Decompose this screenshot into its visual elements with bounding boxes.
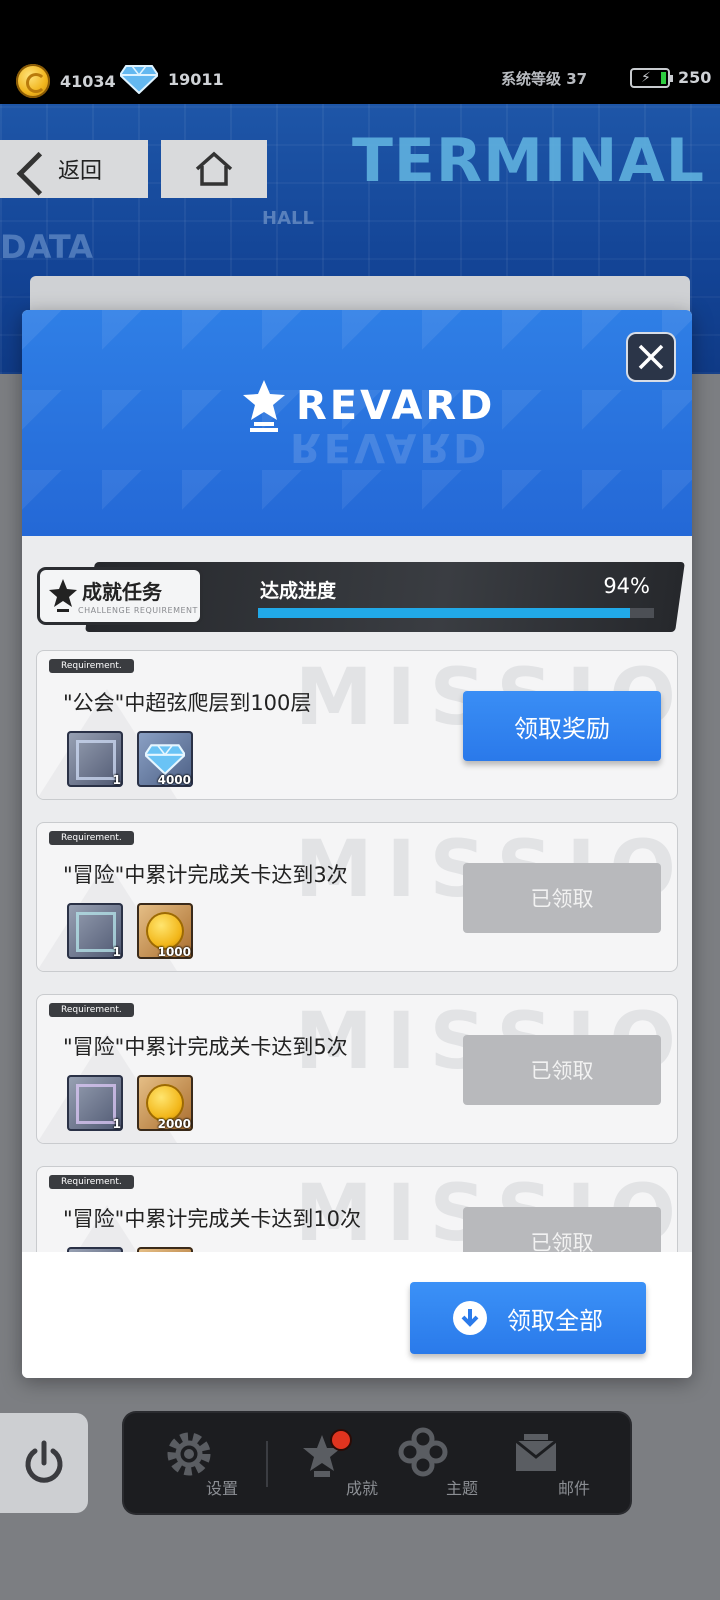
claimed-button: 已领取 [463,1207,661,1252]
modal-header: REVARD REVARD [22,310,692,536]
coin-icon [16,64,50,98]
modal-footer: 领取全部 [22,1252,692,1378]
reward-quantity: 1 [112,773,121,787]
reward-items: 1 4000 [67,731,193,787]
mission-title: "公会"中超弦爬层到100层 [63,691,312,715]
bottom-nav: 设置 成就 主题 邮件 [124,1413,630,1513]
nav-theme[interactable]: 主题 [396,1427,486,1507]
claim-reward-button[interactable]: 领取奖励 [463,691,661,761]
gem-icon [120,65,158,94]
nav-mail-label: 邮件 [557,1479,590,1498]
star-badge-icon [243,380,285,432]
back-button[interactable]: 返回 [0,140,148,198]
close-button[interactable] [628,334,674,380]
battery-icon: ⚡ [630,68,673,88]
modal-title: REVARD [296,383,496,429]
coin-counter: 41034 [16,64,116,98]
reward-quantity: 1 [112,1117,121,1131]
requirement-tag: Requirement. [49,659,134,673]
reward-quantity: 2000 [157,1117,191,1131]
badge-subtitle: CHALLENGE REQUIREMENT [78,606,198,615]
mission-card-3: MISSIO Requirement. "冒险"中累计完成关卡达到5次 1200… [36,994,678,1144]
notification-dot [332,1431,350,1449]
coin-reward: 2000 [137,1075,193,1131]
avatar-frame-reward: 1 [67,1075,123,1131]
star-icon [49,579,77,612]
requirement-tag: Requirement. [49,1003,134,1017]
progress-fill [258,608,631,618]
mission-title: "冒险"中累计完成关卡达到10次 [63,1207,362,1231]
download-icon [453,1301,487,1335]
avatar-frame-reward: 1 [67,731,123,787]
requirement-tag: Requirement. [49,1175,134,1189]
badge-title: 成就任务 [82,580,162,604]
nav-achievements[interactable]: 成就 [296,1427,386,1507]
system-level: 系统等级 37 [501,70,588,88]
mission-card-1: MISSIO Requirement. "公会"中超弦爬层到100层 14000… [36,650,678,800]
energy-amount: 250 [678,68,712,87]
coin-reward: 1000 [137,903,193,959]
achievement-badge: 成就任务 CHALLENGE REQUIREMENT [40,570,200,622]
progress-label: 达成进度 [260,580,337,602]
claim-all-label: 领取全部 [507,1306,603,1335]
mission-card-4: MISSIO Requirement. "冒险"中累计完成关卡达到10次 已领取 [36,1166,678,1252]
reward-items: 1 2000 [67,1075,193,1131]
reward-modal: REVARD REVARD 成就任务 CHALLENGE REQUIREMENT… [22,310,692,1378]
nav-achievements-label: 成就 [345,1479,378,1498]
nav-divider [266,1441,268,1487]
gem-counter: 19011 [120,64,224,94]
claim-all-button[interactable]: 领取全部 [410,1282,646,1354]
back-label: 返回 [58,159,103,184]
requirement-tag: Requirement. [49,831,134,845]
gem-reward: 4000 [137,731,193,787]
coin-amount: 41034 [60,71,116,91]
mail-icon [515,1434,557,1471]
progress-bar [258,608,654,618]
nav-settings[interactable]: 设置 [156,1427,246,1507]
nav-mail[interactable]: 邮件 [508,1427,598,1507]
modal-title-reflection: REVARD [290,424,490,470]
mission-card-2: MISSIO Requirement. "冒险"中累计完成关卡达到3次 1100… [36,822,678,972]
home-icon [195,151,233,186]
achievement-progress: 成就任务 CHALLENGE REQUIREMENT 达成进度 94% [40,560,685,632]
close-icon [638,344,664,370]
chevron-left-icon [16,151,61,196]
gear-icon [167,1432,211,1476]
avatar-frame-reward: 1 [67,903,123,959]
hall-sign: HALL [262,208,314,229]
mission-list[interactable]: MISSIO Requirement. "公会"中超弦爬层到100层 14000… [36,650,678,1252]
power-button[interactable] [0,1413,88,1513]
nav-theme-label: 主题 [445,1479,478,1498]
reward-items: 1 1000 [67,903,193,959]
nav-settings-label: 设置 [205,1479,238,1498]
status-bar: 41034 19011 系统等级 37 ⚡ 250 [0,0,720,104]
mission-title: "冒险"中累计完成关卡达到3次 [63,863,348,887]
mission-title: "冒险"中累计完成关卡达到5次 [63,1035,348,1059]
reward-quantity: 4000 [157,773,191,787]
terminal-sign: TERMINAL [352,126,706,196]
claimed-button: 已领取 [463,863,661,933]
data-sign: DATA [0,228,93,266]
flower-icon [398,1427,448,1477]
progress-percent: 94% [603,574,650,598]
home-button[interactable] [161,140,267,198]
reward-quantity: 1000 [157,945,191,959]
power-icon [25,1440,63,1483]
reward-quantity: 1 [112,945,121,959]
claimed-button: 已领取 [463,1035,661,1105]
gem-amount: 19011 [168,69,224,89]
